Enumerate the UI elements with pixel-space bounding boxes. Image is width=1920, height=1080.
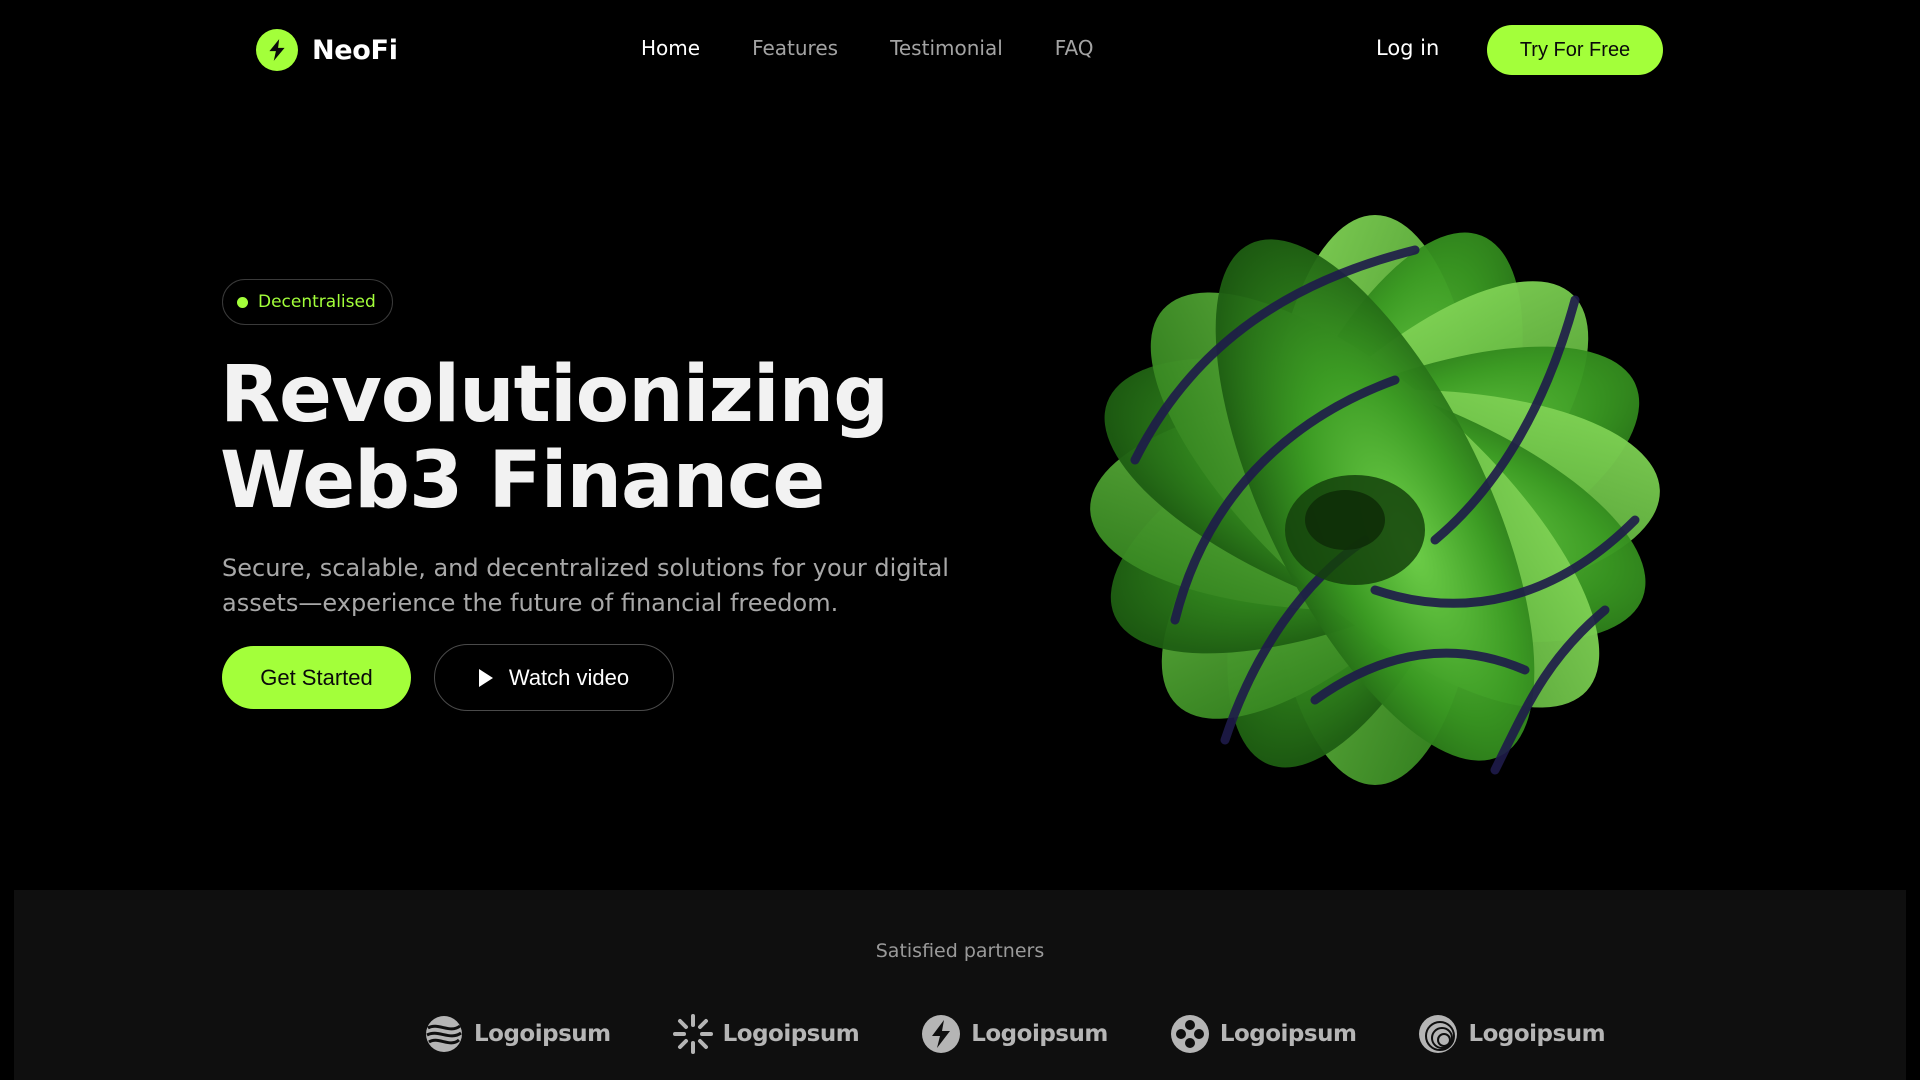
partner-logo-5-name: Logoipsum: [1468, 1021, 1606, 1047]
play-icon: [478, 668, 493, 687]
partner-logo-2-name: Logoipsum: [722, 1021, 860, 1047]
partner-logo-3[interactable]: Logoipsum: [921, 1014, 1108, 1054]
bolt-icon: [922, 1015, 961, 1053]
brand-name: NeoFi: [312, 34, 398, 66]
nav-link-features[interactable]: Features: [752, 36, 838, 60]
partner-logo-3-name: Logoipsum: [971, 1021, 1108, 1047]
four-dots-icon: [1170, 1015, 1209, 1053]
partner-logo-2[interactable]: Logoipsum: [672, 1014, 860, 1054]
status-dot-icon: [237, 296, 248, 308]
badge-label: Decentralised: [258, 292, 376, 312]
partner-logo-5[interactable]: Logoipsum: [1418, 1014, 1606, 1054]
partners-section: Satisfied partners Logoipsum Logoipsum L…: [14, 890, 1906, 1080]
hero-title-line-1: Revolutionizing: [220, 350, 889, 440]
partner-logo-4[interactable]: Logoipsum: [1170, 1014, 1357, 1054]
decentralised-badge: Decentralised: [222, 279, 393, 325]
partners-title: Satisfied partners: [875, 940, 1045, 962]
login-link[interactable]: Log in: [1376, 36, 1439, 60]
top-navbar: NeoFi Home Features Testimonial FAQ Log …: [0, 0, 1920, 100]
green-swirl-sphere-art: [1090, 215, 1660, 785]
nav-link-home[interactable]: Home: [641, 36, 700, 60]
partner-logo-1[interactable]: Logoipsum: [424, 1014, 611, 1054]
partner-logo-1-name: Logoipsum: [474, 1021, 611, 1047]
ring-sphere-icon: [1419, 1015, 1458, 1053]
nav-link-faq[interactable]: FAQ: [1055, 36, 1094, 60]
partner-logos: Logoipsum Logoipsum Logoipsum Logoipsum …: [424, 1014, 1606, 1054]
wave-globe-icon: [426, 1016, 462, 1052]
main-nav: Home Features Testimonial FAQ: [641, 36, 1094, 60]
get-started-button[interactable]: Get Started: [222, 646, 411, 709]
hero-subtitle: Secure, scalable, and decentralized solu…: [222, 554, 949, 617]
try-for-free-button[interactable]: Try For Free: [1487, 25, 1663, 75]
hero-title-line-2: Web3 Finance: [220, 436, 825, 526]
partner-logo-4-name: Logoipsum: [1219, 1021, 1357, 1047]
bolt-icon: [256, 29, 298, 71]
nav-link-testimonial[interactable]: Testimonial: [890, 36, 1003, 60]
watch-video-label: Watch video: [508, 664, 630, 690]
hero-title: Revolutionizing Web3 Finance: [220, 352, 980, 524]
sunburst-icon: [672, 1014, 713, 1054]
brand-logo[interactable]: NeoFi: [256, 29, 398, 71]
watch-video-button[interactable]: Watch video: [434, 644, 674, 711]
